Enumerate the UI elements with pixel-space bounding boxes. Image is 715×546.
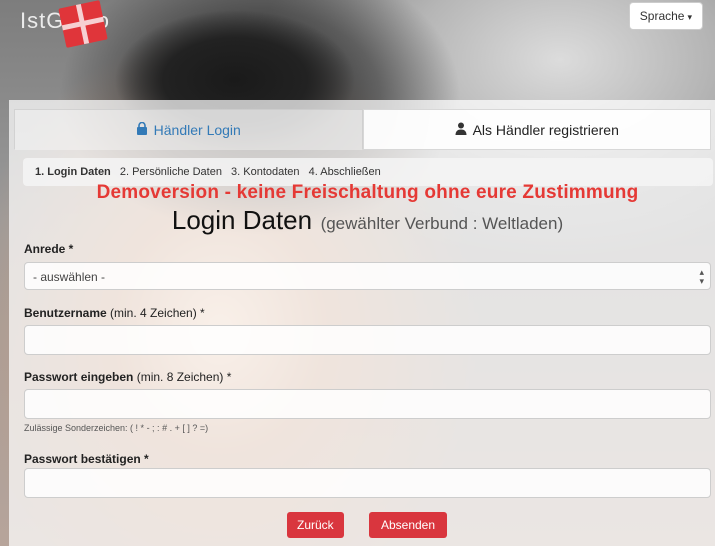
submit-button[interactable]: Absenden [369,512,447,538]
passwort-confirm-input[interactable] [24,468,711,498]
anrede-select[interactable]: - auswählen - ▴ ▾ [24,262,711,290]
tab-register[interactable]: Als Händler registrieren [362,109,711,150]
step-1: 1. Login Daten [35,166,111,178]
passwort-input[interactable] [24,389,711,419]
step-2: 2. Persönliche Daten [119,166,222,178]
page-title-subtitle: (gewählter Verbund : Weltladen) [320,214,564,233]
page-title: Login Daten (gewählter Verbund : Weltlad… [0,205,715,236]
language-dropdown[interactable]: Sprache ▾ [628,2,703,30]
tab-haendler-login[interactable]: Händler Login [14,109,363,150]
select-arrows-icon: ▴ ▾ [699,267,704,286]
step-3: 3. Kontodaten [231,166,300,178]
back-button[interactable]: Zurück [287,512,344,538]
passwort-hint: Zulässige Sonderzeichen: ( ! * - ; : # .… [24,423,209,433]
benutzername-label: Benutzername (min. 4 Zeichen) * [24,306,205,320]
tab-label: Als Händler registrieren [472,121,619,138]
demo-notice: Demoversion - keine Freischaltung ohne e… [96,182,639,203]
benutzername-input[interactable] [24,325,711,355]
anrede-label: Anrede * [24,242,74,256]
chevron-down-icon: ▾ [687,12,692,22]
passwort-label: Passwort eingeben (min. 8 Zeichen) * [24,370,232,384]
passwort-confirm-label: Passwort bestätigen * [24,452,149,466]
lock-icon [136,121,148,138]
user-icon [455,122,467,138]
step-4: 4. Abschließen [308,166,381,178]
gift-logo-icon [58,0,108,48]
tab-label: Händler Login [153,121,241,138]
anrede-value: - auswählen - [33,270,106,284]
tab-bar: Händler Login Als Händler registrieren [14,109,711,150]
language-label: Sprache [639,9,685,23]
page-title-main: Login Daten [171,205,313,235]
